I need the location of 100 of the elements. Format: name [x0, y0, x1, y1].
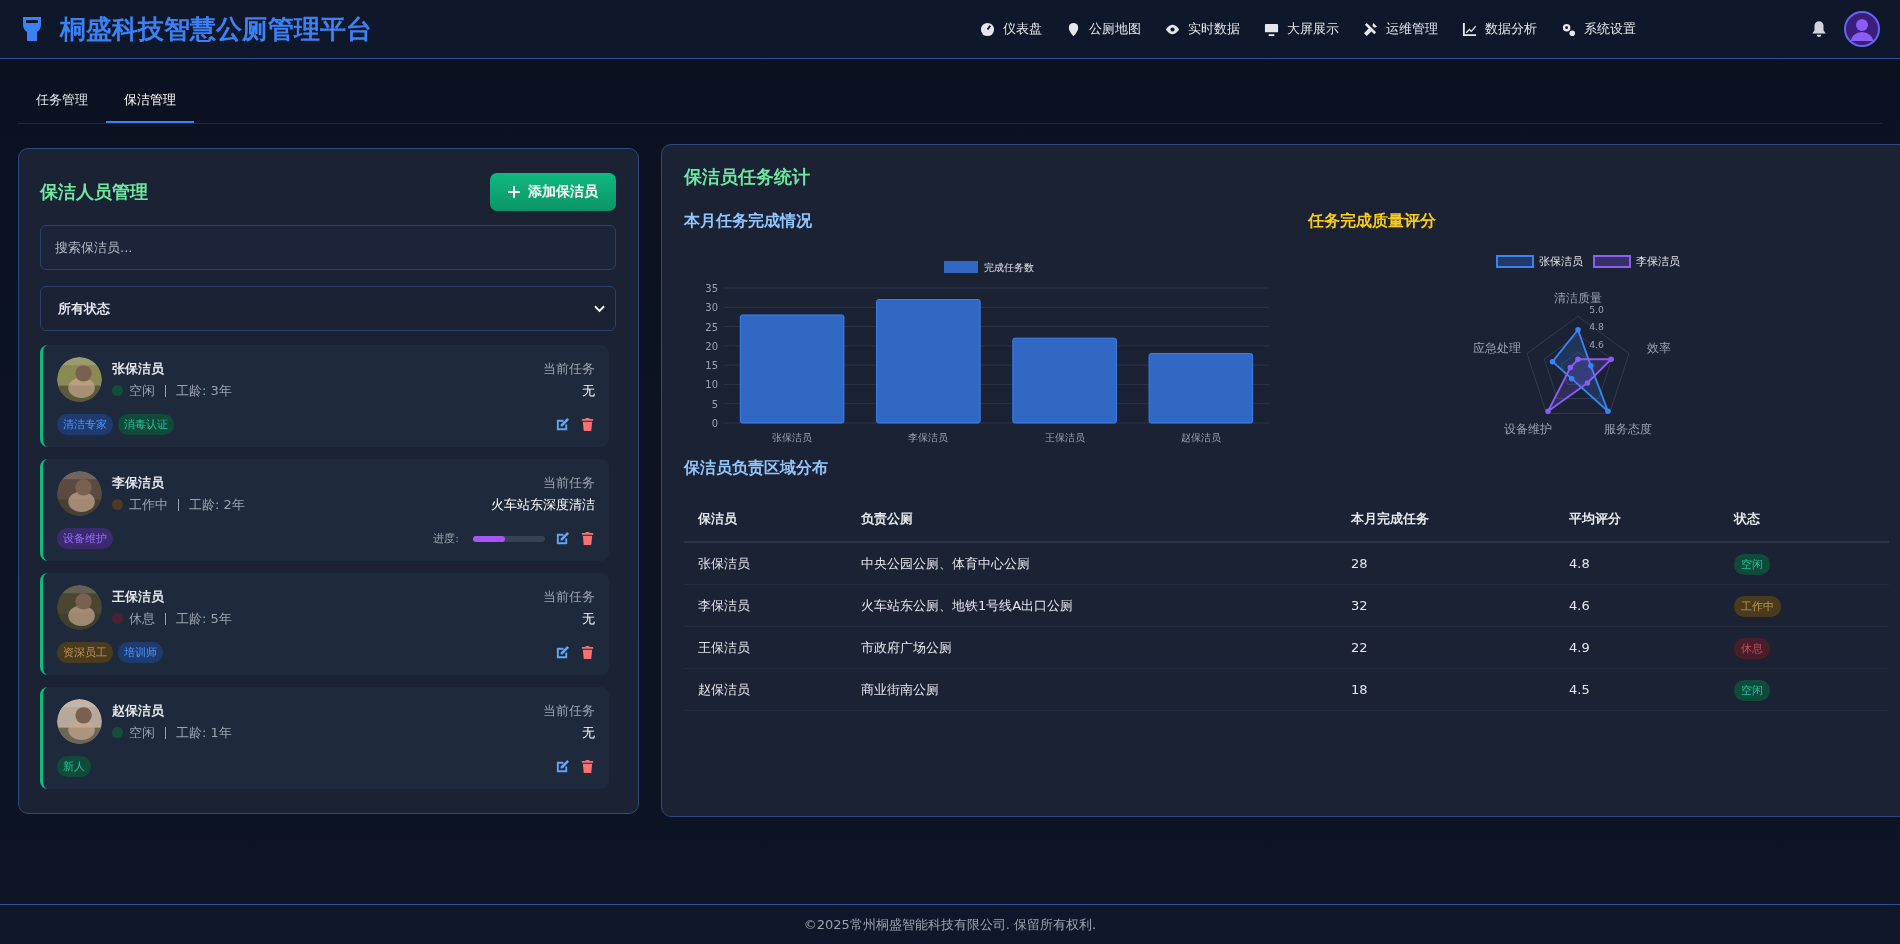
table-cell-text: 22 [1351, 640, 1369, 655]
user-avatar[interactable] [1844, 11, 1880, 47]
axis-tick-label: 35 [705, 283, 718, 294]
table-cell-text: 4.9 [1569, 640, 1591, 655]
column-header: 保洁员 [698, 510, 738, 528]
status-badge: 空闲 [1734, 553, 1770, 575]
staff-name: 王保洁员 [112, 587, 165, 606]
column-header: 平均评分 [1569, 510, 1622, 528]
axis-tick-label: 0 [711, 418, 718, 429]
task-value: 无 [581, 609, 595, 628]
table-cell-text: 18 [1351, 682, 1369, 697]
bell-icon[interactable] [1810, 20, 1828, 38]
axis-label: 清洁质量 [1554, 291, 1602, 306]
tag: 资深员工 [57, 642, 113, 663]
task-label: 当前任务 [543, 359, 595, 378]
section-title: 任务完成质量评分 [1308, 211, 1437, 232]
trash-icon[interactable] [580, 645, 595, 660]
nav-link[interactable]: 数据分析 [1462, 20, 1537, 38]
status-badge: 工作中 [1734, 595, 1781, 617]
table-cell-text: 中央公园公厕、体育中心公厕 [861, 554, 1031, 573]
gears-icon [1561, 21, 1576, 37]
seniority-text: 工龄: 5年 [176, 609, 232, 628]
nav-link[interactable]: 实时数据 [1165, 20, 1240, 38]
nav-link[interactable]: 公厕地图 [1066, 20, 1141, 38]
app-title: 桐盛科技智慧公厕管理平台 [60, 12, 372, 46]
edit-icon[interactable] [555, 645, 570, 660]
seniority-text: 工龄: 1年 [176, 723, 232, 742]
axis-category-label: 张保洁员 [772, 432, 813, 443]
staff-name: 张保洁员 [112, 359, 165, 378]
axis-label: 应急处理 [1473, 341, 1522, 356]
chevron-down-icon [594, 304, 605, 313]
legend-label: 李保洁员 [1636, 254, 1680, 269]
axis-category-label: 李保洁员 [908, 432, 949, 443]
task-label: 当前任务 [543, 587, 595, 606]
staff-name: 李保洁员 [112, 473, 165, 492]
nav-link[interactable]: 仪表盘 [980, 20, 1042, 38]
task-value: 火车站东深度清洁 [491, 495, 595, 514]
edit-icon[interactable] [555, 417, 570, 432]
trash-icon[interactable] [580, 759, 595, 774]
nav-link[interactable]: 大屏展示 [1264, 20, 1339, 38]
column-header: 负责公厕 [861, 510, 914, 528]
status-badge: 空闲 [1734, 679, 1770, 701]
seniority-text: 工龄: 2年 [189, 495, 245, 514]
tools-icon [1363, 21, 1378, 37]
axis-tick-label: 4.8 [1589, 321, 1604, 333]
table-cell-text: 4.6 [1569, 598, 1591, 613]
axis-tick-label: 5 [711, 398, 718, 410]
trash-icon[interactable] [580, 417, 595, 432]
footer-text: ©2025常州桐盛智能科技有限公司. 保留所有权利. [803, 915, 1097, 934]
search-field[interactable]: 搜索保洁员... [40, 225, 616, 270]
edit-icon[interactable] [555, 531, 570, 546]
pin-icon [1066, 21, 1081, 37]
axis-tick-label: 10 [705, 379, 718, 391]
tag: 清洁专家 [57, 414, 113, 435]
axis-label: 效率 [1646, 341, 1671, 356]
table-cell-text: 赵保洁员 [698, 680, 751, 699]
legend-label: 张保洁员 [1539, 254, 1583, 269]
task-value: 无 [581, 381, 595, 400]
table-cell-text: 李保洁员 [698, 596, 751, 615]
table-cell-text: 28 [1351, 556, 1369, 571]
nav-link[interactable]: 系统设置 [1561, 20, 1636, 38]
table-cell-text: 32 [1351, 598, 1369, 613]
column-header: 本月完成任务 [1351, 510, 1430, 528]
table-cell-text: 4.8 [1569, 556, 1591, 571]
axis-tick-label: 30 [705, 302, 718, 314]
axis-tick-label: 15 [705, 360, 718, 372]
tag: 设备维护 [57, 528, 113, 549]
axis-category-label: 王保洁员 [1044, 432, 1085, 443]
tab[interactable]: 保洁管理 [106, 77, 194, 123]
axis-label: 设备维护 [1504, 422, 1552, 436]
status-text: 空闲 [129, 381, 155, 400]
table-cell-text: 张保洁员 [698, 554, 751, 573]
axis-tick-label: 4.6 [1589, 338, 1604, 350]
nav-link[interactable]: 运维管理 [1363, 20, 1438, 38]
tab[interactable]: 任务管理 [18, 77, 106, 123]
plus-icon [508, 186, 520, 198]
task-label: 当前任务 [543, 701, 595, 720]
column-header: 状态 [1734, 510, 1761, 528]
axis-label: 服务态度 [1604, 422, 1652, 436]
progress-label: 进度: [433, 531, 459, 546]
status-dropdown[interactable]: 所有状态 [40, 286, 616, 331]
status-badge: 休息 [1734, 637, 1770, 659]
tag: 培训师 [118, 642, 163, 663]
section-title: 保洁员负责区域分布 [684, 458, 829, 479]
trash-icon[interactable] [580, 531, 595, 546]
table-cell-text: 商业街南公厕 [861, 680, 940, 699]
progress-bar [473, 535, 545, 542]
tag: 消毒认证 [118, 414, 174, 435]
panel-title: 保洁人员管理 [40, 180, 148, 204]
staff-name: 赵保洁员 [112, 701, 165, 720]
tag: 新人 [57, 756, 91, 777]
panel-title: 保洁员任务统计 [684, 165, 811, 189]
table-cell-text: 市政府广场公厕 [861, 638, 953, 657]
chart-icon [1462, 21, 1477, 37]
table-cell-text: 火车站东公厕、地铁1号线A出口公厕 [861, 596, 1075, 615]
task-value: 无 [581, 723, 595, 742]
status-text: 空闲 [129, 723, 155, 742]
edit-icon[interactable] [555, 759, 570, 774]
task-label: 当前任务 [542, 473, 595, 492]
axis-tick-label: 25 [705, 321, 718, 333]
